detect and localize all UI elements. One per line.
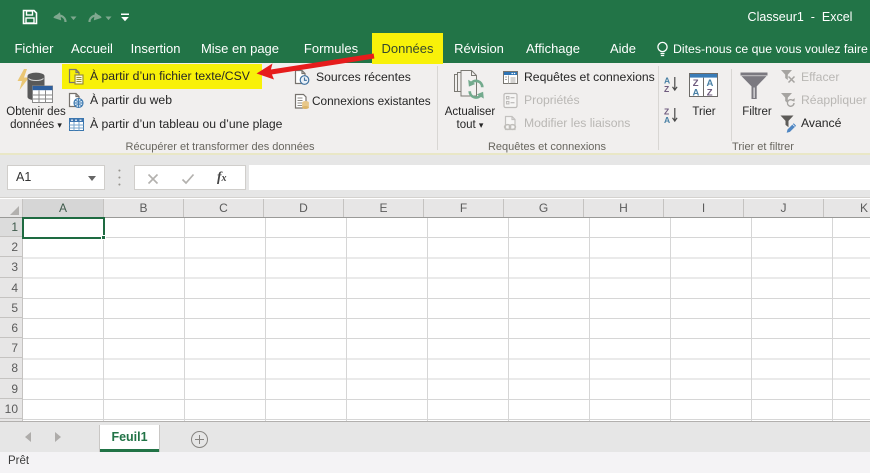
svg-text:A: A	[693, 88, 700, 98]
svg-text:A: A	[664, 115, 670, 124]
svg-text:Z: Z	[664, 84, 669, 93]
svg-text:Z: Z	[707, 88, 713, 98]
